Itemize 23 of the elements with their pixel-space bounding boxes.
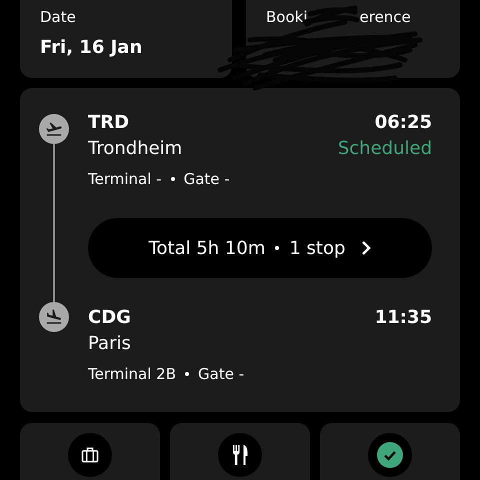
arrival-time: 11:35 bbox=[374, 306, 432, 330]
terminal-info: Terminal - bbox=[88, 169, 162, 190]
arrival-city: Paris bbox=[88, 332, 131, 356]
departure-time: 06:25 bbox=[374, 111, 432, 135]
date-value: Fri, 16 Jan bbox=[40, 36, 144, 60]
chevron-icon bbox=[361, 240, 372, 256]
gate-info: Gate - bbox=[198, 364, 244, 385]
arrival-plane-icon bbox=[39, 302, 69, 332]
cutlery-icon bbox=[218, 433, 262, 477]
action-card[interactable] bbox=[320, 423, 460, 480]
booking-label-fragment: erence bbox=[360, 7, 411, 28]
departure-plane-icon bbox=[39, 114, 69, 144]
date-label: Date bbox=[40, 7, 77, 28]
gate-info: Gate - bbox=[184, 169, 230, 190]
booking-label-fragment: Booki bbox=[266, 7, 308, 28]
arrival-code: CDG bbox=[88, 306, 131, 330]
departure-code: TRD bbox=[88, 111, 130, 135]
terminal-info: Terminal 2B bbox=[88, 364, 176, 385]
check-icon bbox=[368, 433, 412, 477]
itinerary-button[interactable]: Total 5h 10m 1 stop bbox=[88, 218, 432, 278]
departure-city: Trondheim bbox=[88, 137, 182, 161]
baggage-icon bbox=[68, 433, 112, 477]
flight-status: Scheduled bbox=[338, 137, 432, 161]
